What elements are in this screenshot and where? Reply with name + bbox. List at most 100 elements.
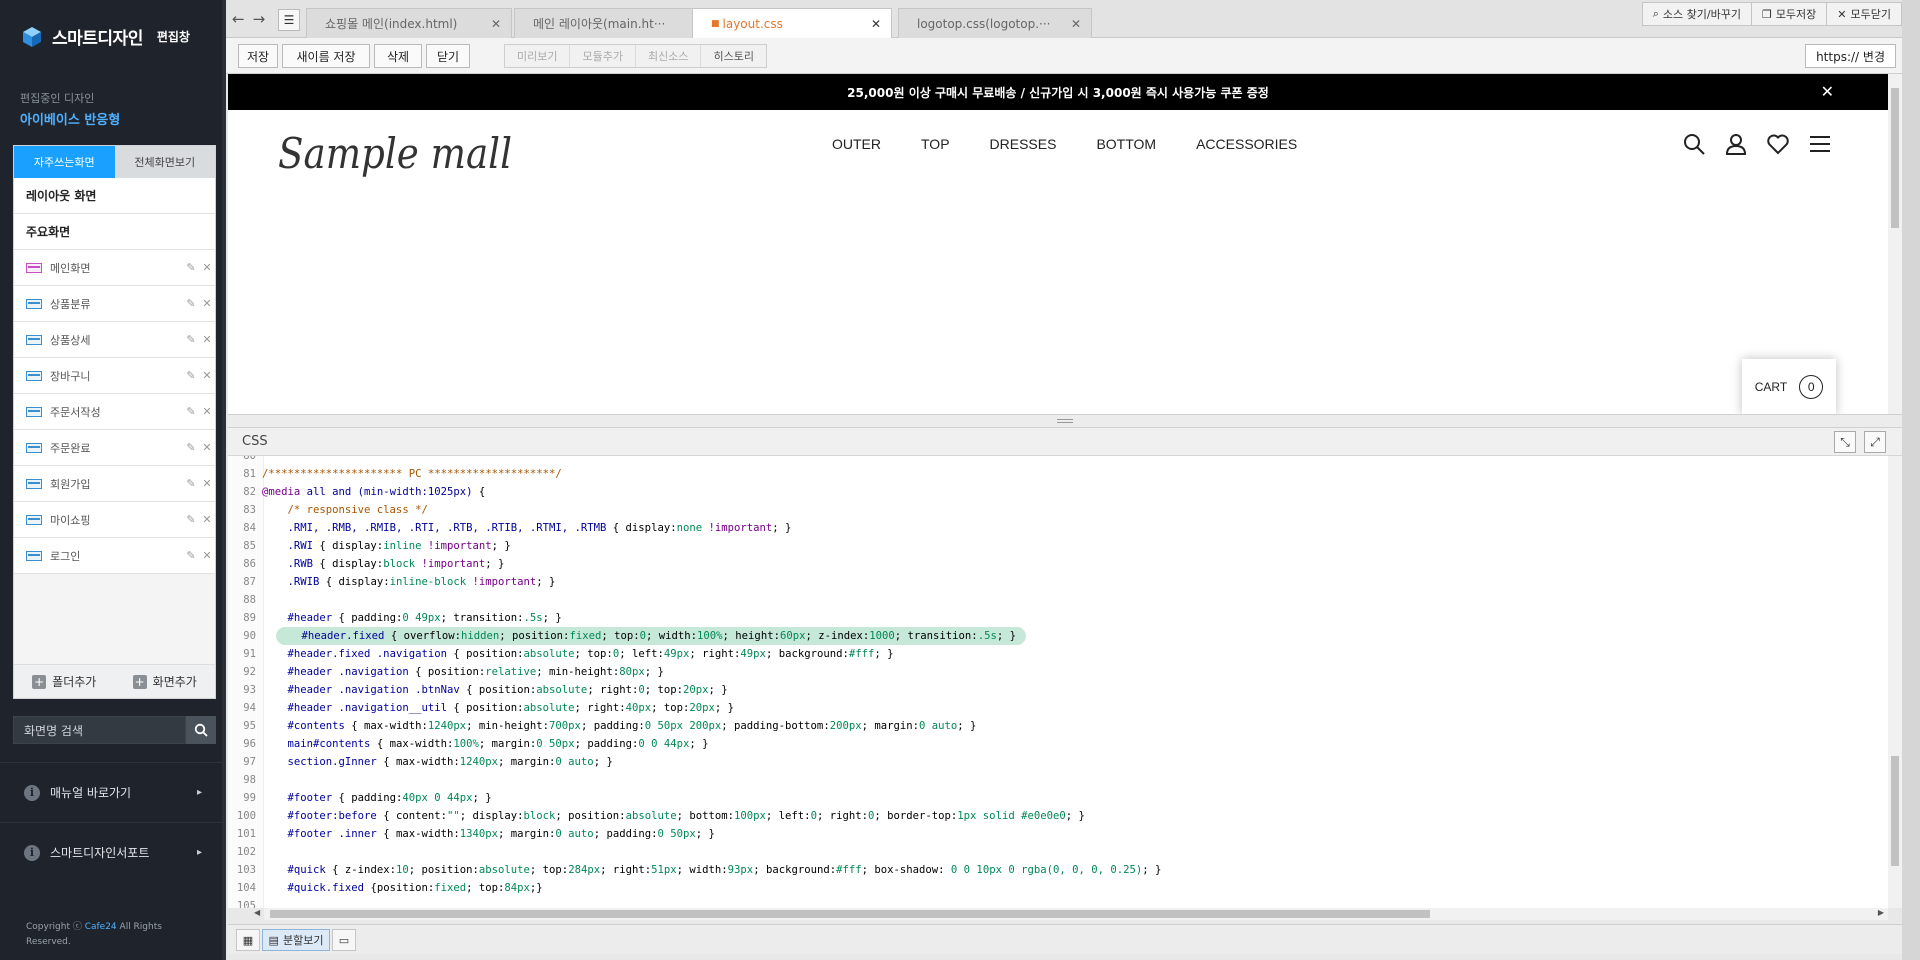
code-line[interactable]: section.gInner { max-width:1240px; margi… — [262, 753, 613, 771]
nav-item-accessories[interactable]: ACCESSORIES — [1196, 136, 1297, 152]
page-item-cart[interactable]: 장바구니 ✎ ✕ — [14, 358, 215, 394]
split-view-button[interactable]: ▤ 분할보기 — [262, 929, 330, 951]
pencil-icon[interactable]: ✎ — [183, 297, 199, 310]
menu-icon[interactable] — [1808, 132, 1832, 156]
code-line[interactable]: .RWB { display:block !important; } — [262, 555, 505, 573]
scroll-thumb[interactable] — [270, 910, 1430, 918]
code-line[interactable]: .RWIB { display:inline-block !important;… — [262, 573, 556, 591]
close-icon[interactable]: ✕ — [199, 513, 215, 526]
delete-button[interactable]: 삭제 — [374, 44, 422, 68]
pencil-icon[interactable]: ✎ — [183, 513, 199, 526]
fullscreen-icon[interactable]: ⤢ — [1864, 431, 1886, 453]
search-button[interactable] — [186, 716, 216, 744]
save-button[interactable]: 저장 — [238, 44, 278, 68]
pencil-icon[interactable]: ✎ — [183, 261, 199, 274]
quick-cart[interactable]: CART 0 — [1742, 359, 1836, 414]
close-icon[interactable]: ✕ — [199, 441, 215, 454]
code-line[interactable]: #footer { padding:40px 0 44px; } — [262, 789, 492, 807]
pane-splitter[interactable] — [228, 414, 1902, 428]
code-line[interactable]: #header .navigation__util { position:abs… — [262, 699, 735, 717]
group-main-pages[interactable]: 주요화면 — [14, 214, 215, 250]
page-item-order-form[interactable]: 주문서작성 ✎ ✕ — [14, 394, 215, 430]
code-line[interactable]: main#contents { max-width:100%; margin:0… — [262, 735, 709, 753]
pencil-icon[interactable]: ✎ — [183, 333, 199, 346]
nav-item-outer[interactable]: OUTER — [832, 136, 881, 152]
tab-index-html[interactable]: 쇼핑몰 메인(index.html) ✕ — [306, 8, 512, 38]
tab-main-html[interactable]: 메인 레이아웃(main.ht···✕ — [514, 8, 720, 38]
scroll-thumb[interactable] — [1891, 756, 1899, 866]
history-button[interactable]: 히스토리 — [700, 45, 766, 67]
code-line[interactable]: #header .navigation .btnNav { position:a… — [262, 681, 728, 699]
back-arrow-icon[interactable]: ← — [232, 10, 245, 28]
code-line[interactable]: .RWI { display:inline !important; } — [262, 537, 511, 555]
close-icon[interactable]: ✕ — [199, 261, 215, 274]
code-line[interactable]: #header.fixed .navigation { position:abs… — [262, 645, 894, 663]
scroll-left-icon[interactable]: ◀ — [254, 908, 260, 917]
close-icon[interactable]: ✕ — [1821, 82, 1834, 101]
nav-item-dresses[interactable]: DRESSES — [990, 136, 1057, 152]
code-line[interactable]: #footer:before { content:""; display:blo… — [262, 807, 1085, 825]
code-editor[interactable]: 80 81 82 83 84 85 86 87 88 89 90 91 92 93 94 95 96 97 98 99… — [228, 456, 1888, 908]
nav-item-top[interactable]: TOP — [921, 136, 950, 152]
latest-source-button[interactable]: 최신소스 — [634, 45, 701, 67]
code-line[interactable]: #footer .inner { max-width:1340px; margi… — [262, 825, 715, 843]
heart-icon[interactable] — [1766, 132, 1790, 156]
tab-list-button[interactable]: ☰ — [278, 9, 300, 31]
pencil-icon[interactable]: ✎ — [183, 405, 199, 418]
close-button[interactable]: 닫기 — [426, 44, 470, 68]
close-icon[interactable]: ✕ — [491, 17, 501, 31]
code-view-icon[interactable]: ▭ — [332, 929, 356, 951]
add-folder-button[interactable]: + 폴더추가 — [14, 665, 115, 698]
shop-logo[interactable]: Sample mall — [276, 122, 516, 189]
code-line[interactable]: #header { padding:0 49px; transition:.5s… — [262, 609, 562, 627]
close-icon[interactable]: ✕ — [199, 369, 215, 382]
tab-layout-css[interactable]: ■ layout.css ✕ — [692, 8, 892, 39]
find-replace-button[interactable]: ⌕ 소스 찾기/바꾸기 — [1641, 2, 1752, 26]
close-all-button[interactable]: ✕ 모두닫기 — [1826, 2, 1902, 26]
code-line[interactable]: #header .navigation { position:relative;… — [262, 663, 664, 681]
sidebar-collapse-handle[interactable] — [222, 0, 226, 960]
page-item-join[interactable]: 회원가입 ✎ ✕ — [14, 466, 215, 502]
group-layout-pages[interactable]: 레이아웃 화면 — [14, 178, 215, 214]
manual-link[interactable]: i 매뉴얼 바로가기 ▸ — [0, 762, 222, 822]
page-search-input[interactable]: 화면명 검색 — [13, 716, 186, 744]
editor-vertical-scrollbar[interactable] — [1888, 456, 1902, 908]
save-as-button[interactable]: 새이름 저장 — [282, 44, 370, 68]
close-icon[interactable]: ✕ — [199, 477, 215, 490]
add-page-button[interactable]: + 화면추가 — [115, 665, 216, 698]
https-change-button[interactable]: https:// 변경 — [1805, 44, 1896, 68]
preview-button[interactable]: 미리보기 — [505, 45, 570, 67]
code-line[interactable]: @media all and (min-width:1025px) { — [262, 483, 485, 501]
pencil-icon[interactable]: ✎ — [183, 477, 199, 490]
page-item-product-detail[interactable]: 상품상세 ✎ ✕ — [14, 322, 215, 358]
scroll-right-icon[interactable]: ▶ — [1878, 908, 1884, 917]
preview-scrollbar[interactable] — [1888, 74, 1902, 414]
code-line[interactable]: #header.fixed { overflow:hidden; positio… — [276, 627, 1026, 645]
page-item-main[interactable]: 메인화면 ✎ ✕ — [14, 250, 215, 286]
code-line[interactable]: .RMI, .RMB, .RMIB, .RTI, .RTB, .RTIB, .R… — [262, 519, 792, 537]
collapse-icon[interactable]: ⤡ — [1834, 431, 1856, 453]
pencil-icon[interactable]: ✎ — [183, 369, 199, 382]
tab-logotop-css[interactable]: logotop.css(logotop.··· ✕ — [898, 8, 1092, 38]
tab-frequent-pages[interactable]: 자주쓰는화면 — [14, 146, 115, 178]
close-icon[interactable]: ✕ — [199, 405, 215, 418]
user-icon[interactable] — [1724, 132, 1748, 156]
pencil-icon[interactable]: ✎ — [183, 549, 199, 562]
code-line[interactable]: /* responsive class */ — [262, 501, 428, 519]
save-all-button[interactable]: ❐ 모두저장 — [1750, 2, 1828, 26]
tab-all-pages[interactable]: 전체화면보기 — [114, 146, 215, 178]
page-item-category[interactable]: 상품분류 ✎ ✕ — [14, 286, 215, 322]
close-icon[interactable]: ✕ — [199, 549, 215, 562]
scroll-thumb[interactable] — [1891, 88, 1899, 228]
page-item-order-complete[interactable]: 주문완료 ✎ ✕ — [14, 430, 215, 466]
pencil-icon[interactable]: ✎ — [183, 441, 199, 454]
support-link[interactable]: i 스마트디자인서포트 ▸ — [0, 822, 222, 882]
search-icon[interactable] — [1682, 132, 1706, 156]
page-item-myshop[interactable]: 마이쇼핑 ✎ ✕ — [14, 502, 215, 538]
page-item-login[interactable]: 로그인 ✎ ✕ — [14, 538, 215, 574]
forward-arrow-icon[interactable]: → — [253, 10, 266, 28]
code-line[interactable]: #quick { z-index:10; position:absolute; … — [262, 861, 1162, 879]
close-icon[interactable]: ✕ — [199, 333, 215, 346]
code-line[interactable]: #quick.fixed {position:fixed; top:84px;} — [262, 879, 543, 897]
code-line[interactable]: /********************* PC **************… — [262, 465, 562, 483]
